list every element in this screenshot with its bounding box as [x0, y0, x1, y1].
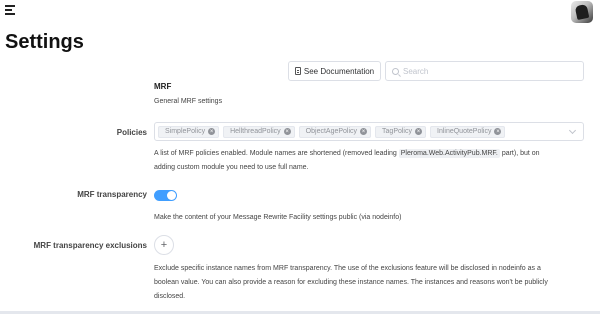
hamburger-menu-icon[interactable] — [5, 5, 17, 15]
close-icon[interactable]: × — [494, 128, 502, 135]
policy-tag-label: SimplePolicy — [165, 128, 206, 135]
exclusions-help-line2: boolean value. You can also provide a re… — [154, 279, 548, 286]
page-title: Settings — [5, 31, 84, 53]
policies-select[interactable]: SimplePolicy × HellthreadPolicy × Object… — [154, 122, 584, 141]
mrf-transparency-exclusions-help: Exclude specific instance names from MRF… — [154, 262, 548, 304]
policy-tag: SimplePolicy × — [158, 125, 220, 138]
close-icon[interactable]: × — [360, 128, 368, 135]
close-icon[interactable]: × — [283, 128, 291, 135]
close-icon[interactable]: × — [208, 128, 216, 135]
add-exclusion-button[interactable]: + — [154, 235, 174, 255]
policy-tag: HellthreadPolicy × — [223, 125, 295, 138]
user-avatar[interactable] — [571, 1, 593, 23]
plus-icon: + — [160, 239, 168, 251]
search-icon — [392, 67, 399, 75]
see-documentation-button[interactable]: See Documentation — [288, 61, 381, 81]
mrf-transparency-label: MRF transparency — [77, 190, 147, 199]
mrf-transparency-toggle[interactable] — [154, 190, 177, 201]
exclusions-help-line1: Exclude specific instance names from MRF… — [154, 265, 541, 272]
chevron-down-icon[interactable] — [568, 126, 577, 135]
toggle-knob — [167, 191, 176, 200]
policies-label: Policies — [116, 128, 147, 137]
search-field[interactable] — [385, 61, 584, 81]
policies-help-line2: adding custom module you need to use ful… — [154, 164, 309, 171]
policies-help-text: A list of MRF policies enabled. Module n… — [154, 150, 399, 157]
policy-tag: TagPolicy × — [375, 125, 426, 138]
section-title: MRF — [154, 82, 172, 91]
module-prefix-code: Pleroma.Web.ActivityPub.MRF. — [398, 149, 500, 158]
policies-help-text-end: part), but on — [499, 150, 540, 157]
policy-tag-label: InlineQuotePolicy — [437, 128, 492, 135]
policy-tag: InlineQuotePolicy × — [430, 125, 506, 138]
policy-tag-label: HellthreadPolicy — [230, 128, 281, 135]
document-icon — [294, 67, 301, 75]
mrf-transparency-exclusions-label: MRF transparency exclusions — [33, 241, 147, 250]
policy-tag-label: TagPolicy — [382, 128, 412, 135]
exclusions-help-line3: disclosed. — [154, 293, 186, 300]
policies-help: A list of MRF policies enabled. Module n… — [154, 147, 540, 175]
policy-tag: ObjectAgePolicy × — [298, 125, 372, 138]
section-description: General MRF settings — [154, 98, 223, 105]
search-input[interactable] — [403, 66, 573, 76]
mrf-transparency-help: Make the content of your Message Rewrite… — [154, 214, 402, 221]
close-icon[interactable]: × — [415, 128, 422, 135]
policy-tag-label: ObjectAgePolicy — [305, 128, 358, 135]
see-documentation-label: See Documentation — [303, 66, 375, 76]
